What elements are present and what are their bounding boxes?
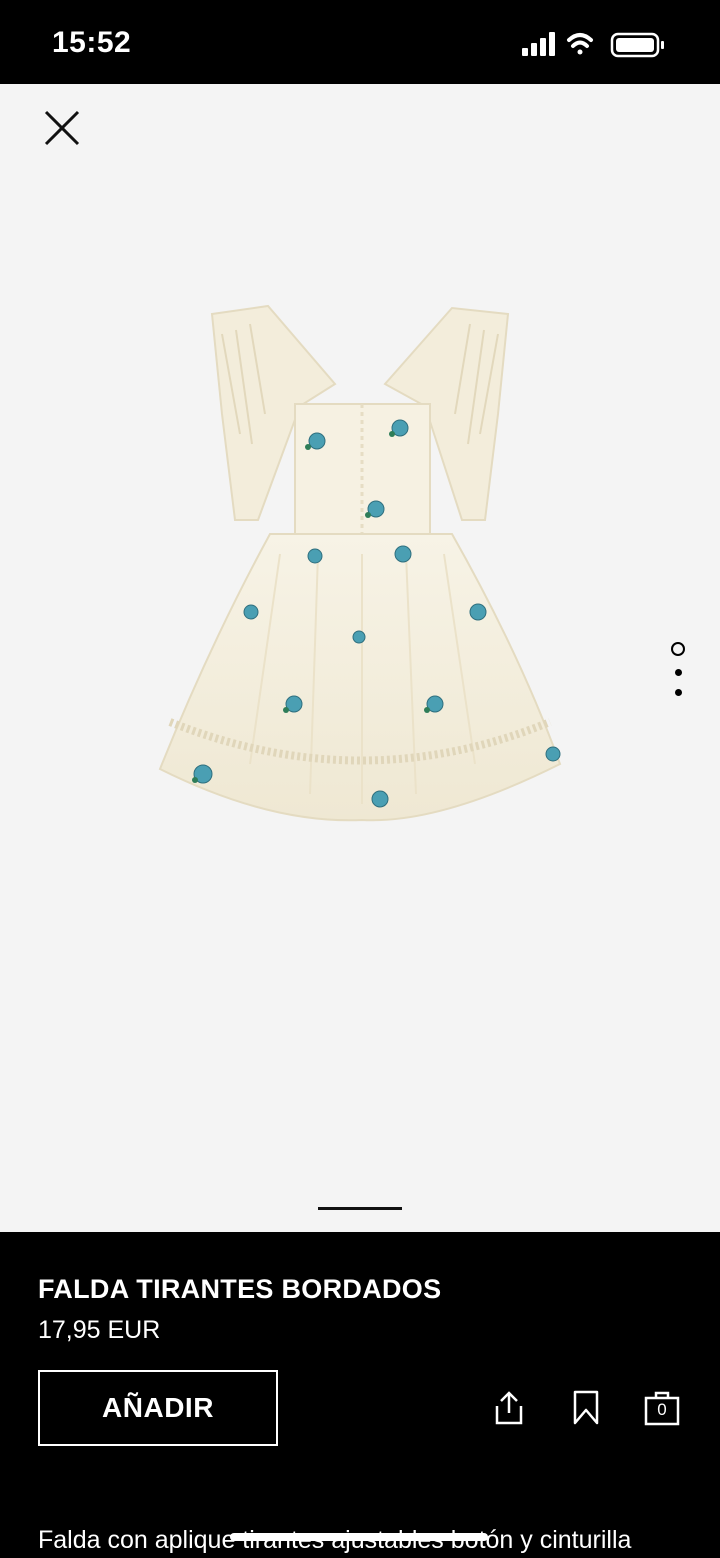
- product-image-viewer[interactable]: [0, 84, 720, 1232]
- home-indicator[interactable]: [230, 1533, 488, 1541]
- signal-icon: [522, 32, 555, 56]
- image-pager[interactable]: [668, 642, 688, 696]
- battery-icon: [610, 32, 664, 58]
- pager-dot-active[interactable]: [671, 642, 685, 656]
- product-price: 17,95 EUR: [38, 1316, 161, 1344]
- bag-button[interactable]: 0: [644, 1390, 680, 1426]
- sheet-handle[interactable]: [318, 1207, 402, 1210]
- status-time: 15:52: [52, 26, 132, 59]
- share-icon[interactable]: [492, 1390, 526, 1426]
- bookmark-icon[interactable]: [571, 1390, 601, 1426]
- product-image: [158, 304, 562, 822]
- status-bar: 15:52: [0, 0, 720, 84]
- status-icons: [522, 32, 664, 58]
- pager-dot[interactable]: [674, 669, 682, 676]
- product-info-panel: FALDA TIRANTES BORDADOS 17,95 EUR AÑADIR…: [0, 1232, 720, 1558]
- bag-count: 0: [657, 1400, 667, 1419]
- product-title: FALDA TIRANTES BORDADOS: [38, 1274, 442, 1304]
- wifi-icon: [567, 33, 593, 55]
- close-icon[interactable]: [40, 106, 84, 150]
- add-to-cart-button[interactable]: AÑADIR: [38, 1370, 278, 1446]
- pager-dot[interactable]: [674, 689, 682, 696]
